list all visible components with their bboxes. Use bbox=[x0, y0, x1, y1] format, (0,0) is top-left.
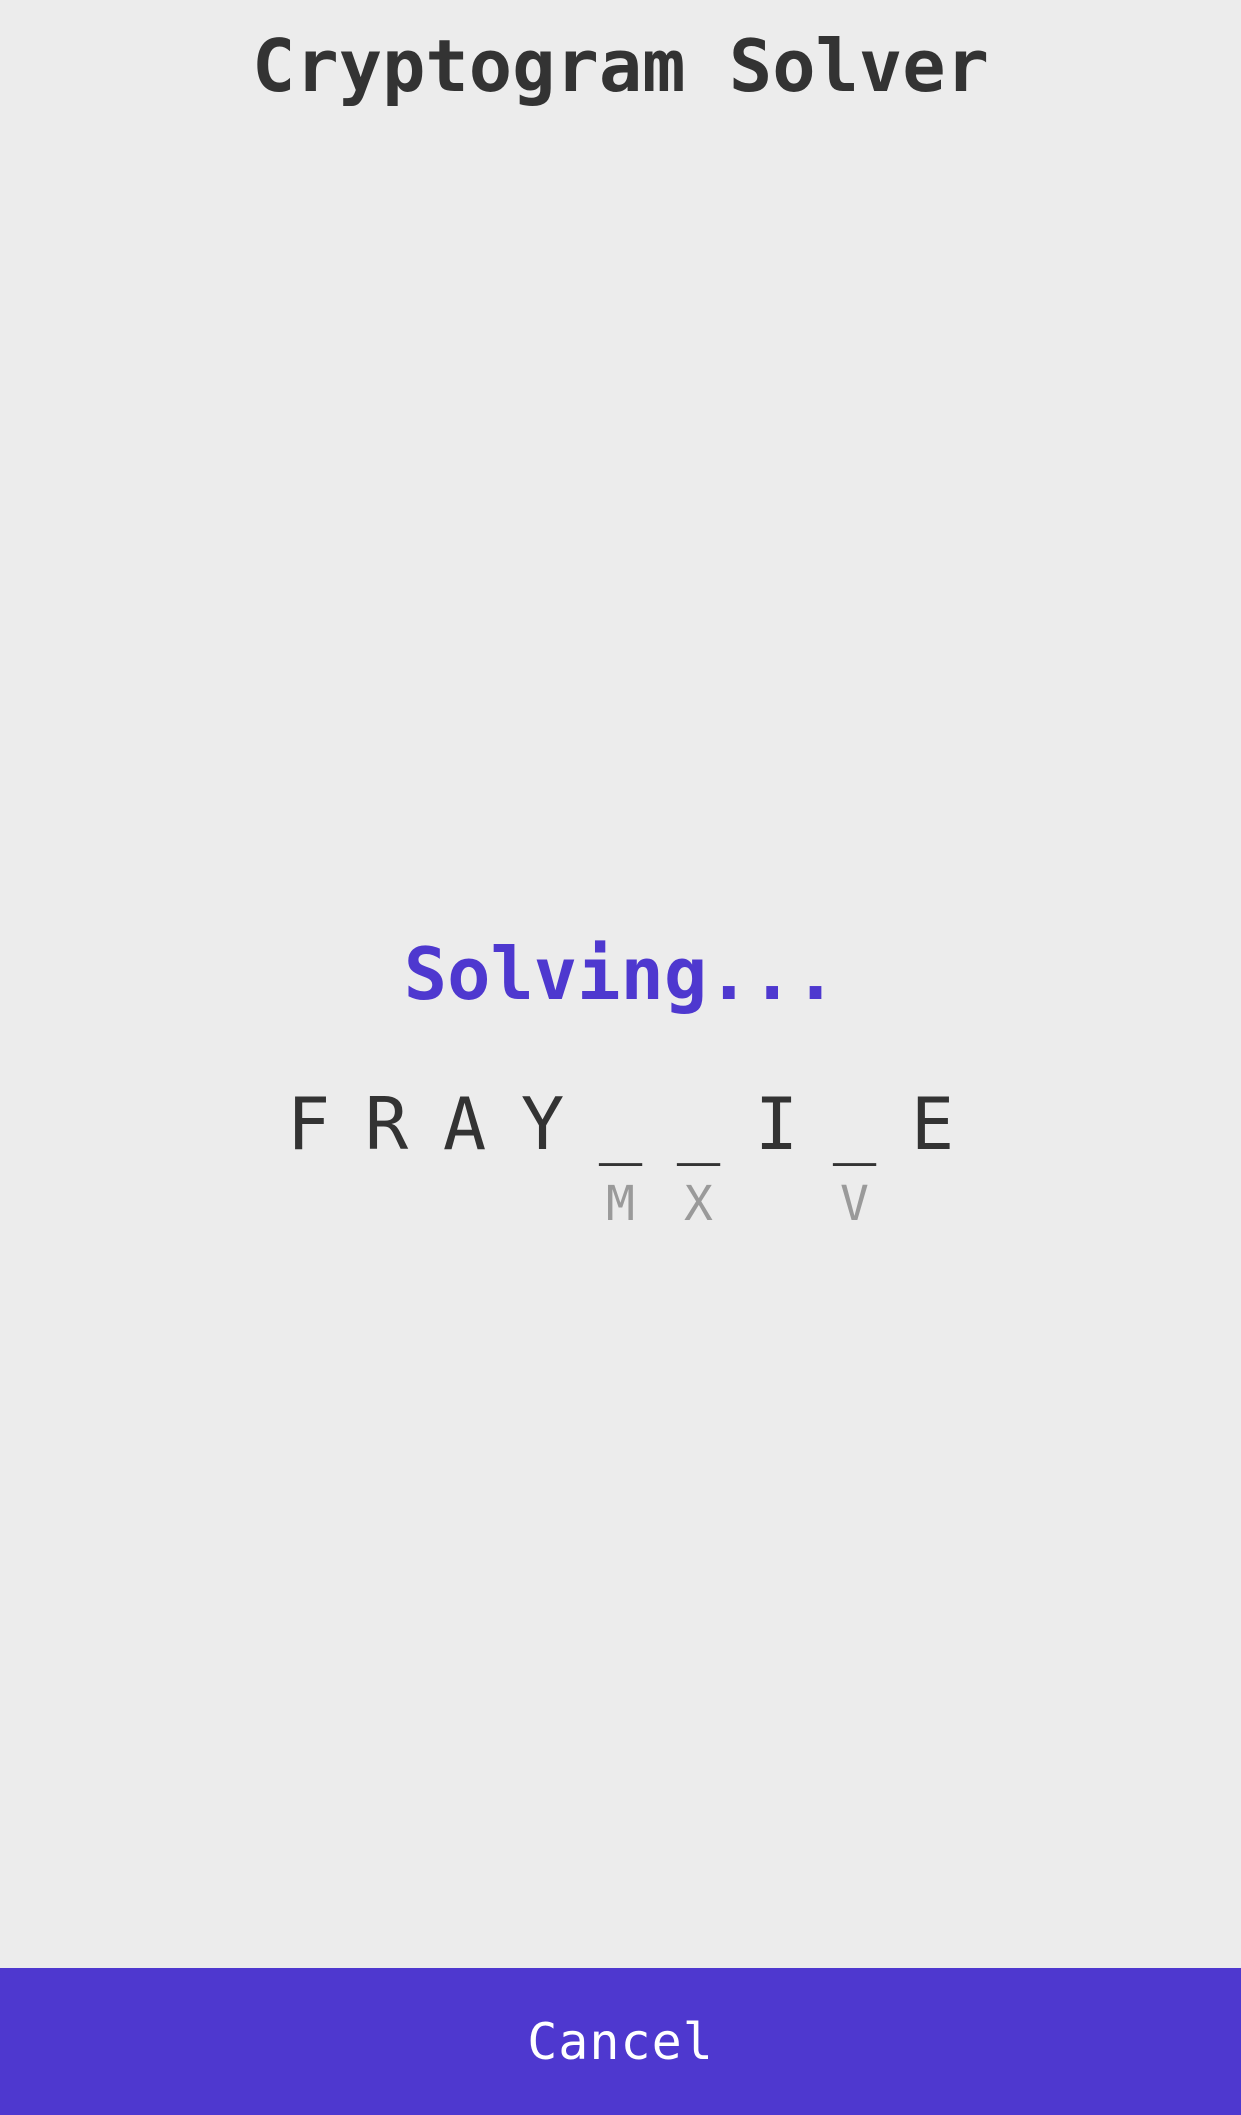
letter-cell: F bbox=[270, 1076, 348, 1236]
blank-letter: _ bbox=[598, 1082, 643, 1166]
letter-cell: A bbox=[426, 1076, 504, 1236]
cipher-hint: V bbox=[840, 1176, 869, 1232]
app-title: Cryptogram Solver bbox=[252, 24, 989, 108]
plain-letter: Y bbox=[520, 1082, 565, 1166]
letter-cell: R bbox=[348, 1076, 426, 1236]
plain-letter: A bbox=[442, 1082, 487, 1166]
letter-cell: _ M bbox=[582, 1076, 660, 1236]
blank-letter: _ bbox=[832, 1082, 877, 1166]
plain-letter: E bbox=[910, 1082, 955, 1166]
plain-letter: R bbox=[364, 1082, 409, 1166]
solving-status: Solving... bbox=[403, 932, 838, 1016]
cancel-button-label: Cancel bbox=[527, 2012, 714, 2071]
cancel-button[interactable]: Cancel bbox=[0, 1968, 1241, 2115]
letter-cell: _ X bbox=[660, 1076, 738, 1236]
letter-cell: I bbox=[738, 1076, 816, 1236]
letter-cell: Y bbox=[504, 1076, 582, 1236]
letter-cell: _ V bbox=[816, 1076, 894, 1236]
blank-letter: _ bbox=[676, 1082, 721, 1166]
solver-screen: Cryptogram Solver Solving... F R A Y _ M… bbox=[0, 0, 1241, 2115]
cipher-hint: X bbox=[684, 1176, 713, 1232]
letter-cell: E bbox=[894, 1076, 972, 1236]
plain-letter: F bbox=[286, 1082, 331, 1166]
plain-letter: I bbox=[754, 1082, 799, 1166]
cipher-hint: M bbox=[606, 1176, 635, 1232]
cryptogram-word: F R A Y _ M _ X I _ V E bbox=[0, 1076, 1241, 1236]
